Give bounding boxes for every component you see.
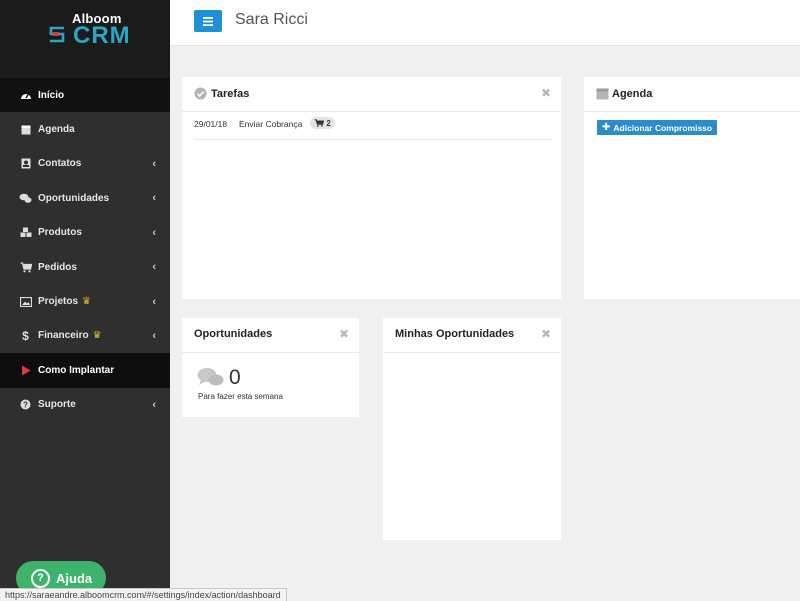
status-bar-url: https://saraeandre.alboomcrm.com/#/setti…	[0, 588, 287, 601]
cart-icon	[19, 261, 32, 273]
sidebar-item-como-implantar[interactable]: Como Implantar	[0, 353, 170, 388]
panel-header: Agenda	[584, 77, 800, 112]
play-icon	[19, 364, 32, 376]
sidebar-item-financeiro[interactable]: $ Financeiro ♛ ‹	[0, 319, 170, 353]
chevron-left-icon: ‹	[152, 157, 156, 170]
sidebar-item-label-text: Financeiro	[38, 330, 89, 342]
chevron-left-icon: ‹	[152, 226, 156, 239]
task-badge-count: 2	[326, 118, 331, 128]
panel-title-text: Agenda	[612, 87, 653, 100]
top-bar: Sara Ricci	[170, 0, 800, 46]
sidebar-item-label: Início	[38, 89, 65, 101]
task-row[interactable]: 29/01/18 Enviar Cobrança 2	[194, 117, 553, 140]
sidebar-item-contatos[interactable]: Contatos ‹	[0, 147, 170, 181]
opportunities-subtitle: Para fazer esta semana	[198, 392, 283, 401]
panel-header: Oportunidades ✖	[182, 318, 359, 353]
sidebar-menu: Início Agenda Contatos ‹ Oportunidades ‹	[0, 78, 170, 422]
task-date: 29/01/18	[194, 119, 228, 129]
sidebar-item-label: Projetos ♛	[38, 296, 91, 307]
close-icon[interactable]: ✖	[541, 327, 551, 341]
user-name: Sara Ricci	[235, 11, 308, 28]
plus-icon: ✚	[602, 122, 611, 133]
my-opportunities-panel: Minhas Oportunidades ✖	[383, 318, 561, 540]
panel-header: Tarefas ✖	[182, 77, 561, 112]
sidebar-item-oportunidades[interactable]: Oportunidades ‹	[0, 181, 170, 215]
chat-bubbles-icon	[19, 192, 32, 204]
chevron-left-icon: ‹	[152, 192, 156, 205]
help-button-label: Ajuda	[56, 570, 93, 586]
question-icon: ?	[19, 399, 32, 411]
svg-text:?: ?	[23, 401, 28, 410]
contact-card-icon	[19, 158, 32, 170]
opportunities-count: 0	[229, 366, 241, 389]
sidebar-item-pedidos[interactable]: Pedidos ‹	[0, 250, 170, 284]
help-circle-icon: ?	[31, 568, 50, 588]
sidebar-item-label: Produtos	[38, 227, 82, 239]
chevron-left-icon: ‹	[152, 295, 156, 308]
cart-icon	[314, 119, 325, 127]
chevron-left-icon: ‹	[152, 329, 156, 342]
task-badge: 2	[310, 117, 335, 129]
panel-title-text: Tarefas	[211, 87, 250, 100]
tarefas-panel: Tarefas ✖ 29/01/18 Enviar Cobrança 2	[182, 77, 561, 299]
add-appointment-button[interactable]: ✚ Adicionar Compromisso	[597, 120, 718, 135]
sidebar-item-label: Como Implantar	[38, 364, 115, 376]
panel-title: Agenda	[596, 87, 652, 100]
sidebar-item-suporte[interactable]: ? Suporte ‹	[0, 388, 170, 422]
chevron-left-icon: ‹	[152, 261, 156, 274]
close-icon[interactable]: ✖	[541, 86, 551, 100]
sidebar-item-projetos[interactable]: Projetos ♛ ‹	[0, 284, 170, 318]
calendar-icon	[596, 88, 609, 100]
sidebar-item-label: Pedidos	[38, 261, 77, 273]
close-icon[interactable]: ✖	[339, 327, 349, 341]
agenda-panel: Agenda ✚ Adicionar Compromisso	[584, 77, 800, 299]
logo[interactable]: Alboom CRM	[0, 0, 170, 78]
calendar-icon	[19, 124, 32, 136]
menu-toggle-button[interactable]	[194, 10, 222, 32]
crown-icon: ♛	[92, 330, 102, 342]
oportunidades-panel: Oportunidades ✖ 0 Para fazer esta semana	[182, 318, 359, 417]
panel-title: Minhas Oportunidades	[395, 328, 514, 340]
sidebar-item-label-text: Projetos	[38, 296, 79, 308]
bars-icon	[203, 16, 213, 26]
panel-title: Oportunidades	[194, 328, 272, 340]
sidebar-item-label: Suporte	[38, 399, 76, 411]
panel-title: Tarefas	[194, 87, 249, 100]
logo-mark-icon	[49, 26, 65, 43]
sidebar-item-label: Financeiro ♛	[38, 330, 102, 341]
add-appointment-label: Adicionar Compromisso	[613, 122, 713, 133]
cubes-icon	[19, 227, 32, 239]
panel-title-text: Minhas Oportunidades	[395, 328, 515, 340]
sidebar-item-agenda[interactable]: Agenda	[0, 112, 170, 146]
dollar-icon: $	[22, 328, 29, 343]
check-circle-icon	[194, 87, 207, 100]
logo-name-text: CRM	[73, 22, 131, 49]
image-icon	[19, 296, 32, 308]
crown-icon: ♛	[82, 296, 91, 308]
sidebar-item-label: Agenda	[38, 124, 75, 136]
sidebar-item-inicio[interactable]: Início	[0, 78, 170, 113]
panel-header: Minhas Oportunidades ✖	[383, 318, 561, 353]
panel-title-text: Oportunidades	[194, 328, 273, 340]
sidebar-item-label: Contatos	[38, 158, 82, 170]
sidebar-item-label: Oportunidades	[38, 192, 110, 204]
sidebar: Alboom CRM Início Agenda Contatos ‹ Opor…	[0, 0, 170, 600]
chat-bubbles-icon	[197, 368, 224, 386]
chevron-left-icon: ‹	[152, 398, 156, 411]
sidebar-item-produtos[interactable]: Produtos ‹	[0, 216, 170, 250]
task-title: Enviar Cobrança	[239, 119, 303, 129]
dashboard-icon	[19, 89, 32, 101]
